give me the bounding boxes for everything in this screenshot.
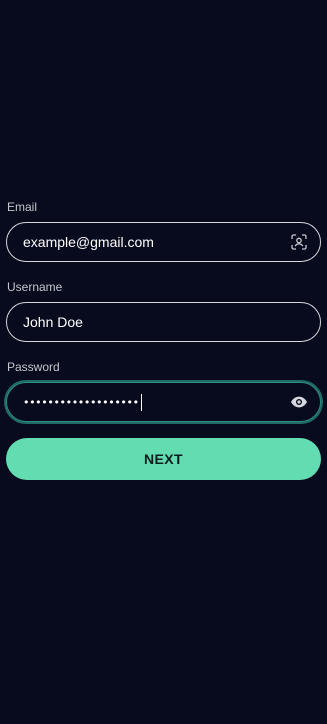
username-label: Username (7, 280, 63, 294)
password-field[interactable]: ••••••••••••••••••• (6, 382, 321, 422)
face-scan-icon[interactable] (290, 233, 308, 251)
password-label: Password (7, 360, 60, 374)
email-label: Email (7, 200, 38, 214)
next-button[interactable]: NEXT (6, 438, 321, 480)
signup-form: Email Username Password ••••••••••••••••… (6, 200, 321, 480)
text-caret (140, 393, 142, 411)
email-field-container (6, 222, 321, 262)
password-value: ••••••••••••••••••• (7, 383, 142, 421)
email-field[interactable] (7, 223, 273, 261)
eye-icon[interactable] (290, 393, 308, 411)
password-dots: ••••••••••••••••••• (23, 395, 139, 409)
username-field[interactable] (7, 303, 273, 341)
username-field-container (6, 302, 321, 342)
